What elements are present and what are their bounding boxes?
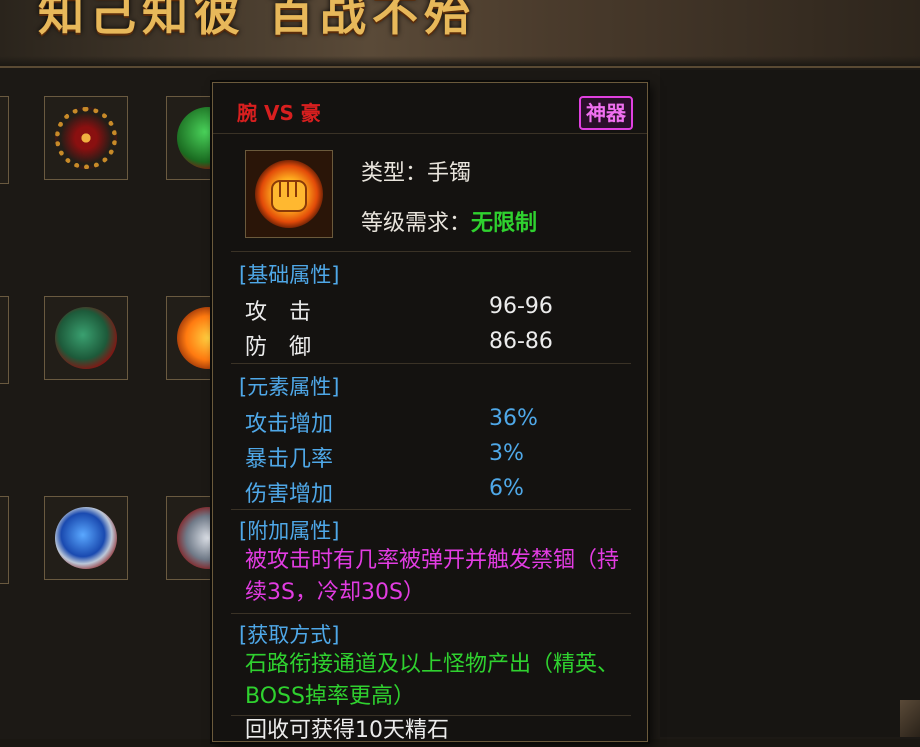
item-icon-frame [245,150,333,238]
acquire-method-title: [获取方式] [239,623,340,647]
divider [231,509,631,510]
stat-label-attack-bonus: 攻击增加 [245,412,334,437]
divider [231,613,631,614]
level-requirement-value: 无限制 [471,211,538,236]
right-background [660,70,920,737]
stat-label-crit-rate: 暴击几率 [245,447,334,472]
stat-value-attack: 96-96 [489,294,553,319]
blue-sapphire-ring-icon [55,507,117,569]
inventory-slot-1[interactable] [44,96,128,180]
corner-ornament [900,700,920,737]
item-type: 类型：手镯 [361,161,472,186]
inventory-slot-5[interactable] [44,496,128,580]
recycle-text: 回收可获得10天精石 [245,718,449,743]
top-banner: 知己知彼 百战不殆 [0,0,920,66]
artifact-badge: 神器 [579,96,633,130]
stat-value-attack-bonus: 36% [489,406,538,431]
jade-ring-icon [55,307,117,369]
stat-value-damage-bonus: 6% [489,476,524,501]
extra-attributes-text: 被攻击时有几率被弹开并触发禁锢（持续3S，冷却30S） [245,548,620,605]
item-name: 腕 VS 豪 [237,101,321,125]
item-tooltip: 腕 VS 豪 神器 类型：手镯 等级需求：无限制 [基础属性] 攻 击 96-9… [212,82,648,743]
divider [231,251,631,252]
level-requirement: 等级需求：无限制 [361,205,537,237]
stat-value-crit-rate: 3% [489,441,524,466]
divider [231,363,631,364]
extra-attributes-title: [附加属性] [239,519,340,543]
inventory-slot-edge[interactable] [0,96,9,184]
inventory-slot-3[interactable] [44,296,128,380]
stat-label-damage-bonus: 伤害增加 [245,482,334,507]
stat-value-defense: 86-86 [489,329,553,354]
tooltip-header: 腕 VS 豪 神器 [213,83,647,134]
element-attributes-title: [元素属性] [239,375,340,399]
inventory-slot-edge[interactable] [0,496,9,584]
inventory-slot-edge[interactable] [0,296,9,384]
base-attributes-title: [基础属性] [239,263,340,287]
stat-label-defense: 防 御 [245,335,312,360]
stat-label-attack: 攻 击 [245,300,312,325]
acquire-method-text: 石路衔接通道及以上怪物产出（精英、BOSS掉率更高） [245,652,620,709]
banner-title: 知己知彼 百战不殆 [38,0,477,41]
level-requirement-label: 等级需求： [361,211,472,236]
fire-fist-bracelet-icon [246,151,332,237]
gold-chain-necklace-icon [55,107,117,169]
